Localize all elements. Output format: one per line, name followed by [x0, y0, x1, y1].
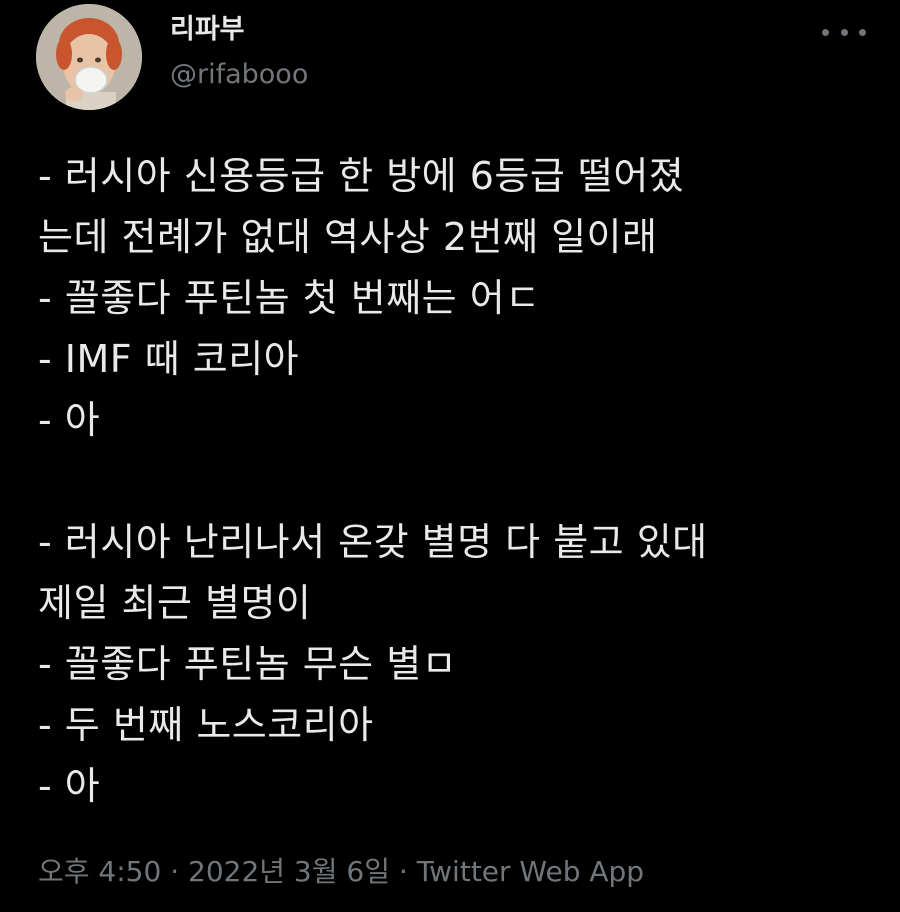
tweet-timestamp-date[interactable]: 2022년 3월 6일: [188, 855, 390, 888]
avatar-image: [36, 4, 142, 110]
meta-separator: ·: [389, 855, 417, 888]
tweet-metadata: 오후 4:50 · 2022년 3월 6일 · Twitter Web App: [38, 852, 644, 892]
tweet-line: - 러시아 신용등급 한 방에 6등급 떨어졌: [38, 154, 685, 198]
tweet-timestamp-time[interactable]: 오후 4:50: [38, 855, 161, 888]
tweet-line: - IMF 때 코리아: [38, 337, 300, 381]
tweet: 리파부 @rifabooo - 러시아 신용등급 한 방에 6등급 떨어졌 는데…: [0, 0, 900, 912]
tweet-text: - 러시아 신용등급 한 방에 6등급 떨어졌 는데 전례가 없대 역사상 2번…: [38, 146, 888, 817]
tweet-line: - 아: [38, 398, 101, 442]
more-options-button[interactable]: [822, 18, 866, 46]
tweet-line: - 꼴좋다 푸틴놈 첫 번째는 어ㄷ: [38, 276, 541, 320]
tweet-line: 제일 최근 별명이: [38, 581, 312, 625]
tweet-line: - 러시아 난리나서 온갖 별명 다 붙고 있대: [38, 520, 708, 564]
display-name[interactable]: 리파부: [170, 14, 245, 46]
more-horizontal-icon: [822, 28, 829, 36]
meta-separator: ·: [161, 855, 189, 888]
tweet-line: - 꼴좋다 푸틴놈 무슨 별ㅁ: [38, 642, 458, 686]
tweet-line: - 두 번째 노스코리아: [38, 703, 374, 747]
user-handle[interactable]: @rifabooo: [170, 58, 308, 92]
tweet-line: 는데 전례가 없대 역사상 2번째 일이래: [38, 215, 658, 259]
tweet-line: - 아: [38, 764, 101, 808]
more-horizontal-icon: [840, 28, 848, 36]
more-horizontal-icon: [859, 28, 866, 36]
tweet-source-link[interactable]: Twitter Web App: [417, 855, 644, 888]
avatar[interactable]: [36, 4, 142, 110]
